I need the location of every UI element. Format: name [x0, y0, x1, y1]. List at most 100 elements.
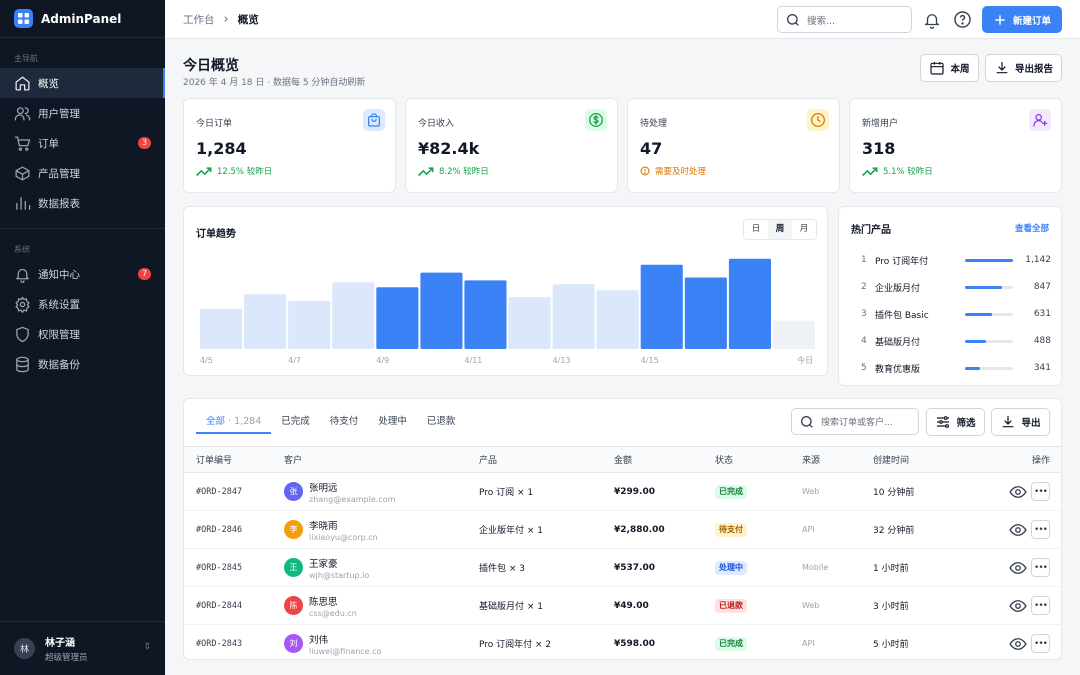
- sidebar-item-backup[interactable]: 数据备份: [0, 349, 165, 379]
- filter-button[interactable]: 筛选: [926, 408, 985, 436]
- table-row[interactable]: #ORD-2847 张 张明远 zhang@example.com Pro 订阅…: [184, 472, 1061, 511]
- sidebar-item-users[interactable]: 用户管理: [0, 98, 165, 128]
- plus-icon: [995, 14, 1005, 25]
- sidebar-item-settings[interactable]: 系统设置: [0, 289, 165, 319]
- more-icon[interactable]: •••: [1031, 558, 1050, 577]
- chart-bar[interactable]: [288, 301, 331, 349]
- order-id[interactable]: #ORD-2846: [196, 525, 242, 535]
- bar-chart-icon: [16, 196, 31, 210]
- column-header[interactable]: 产品: [479, 446, 614, 473]
- sidebar-item-orders[interactable]: 订单 3: [0, 128, 165, 158]
- list-item[interactable]: 3 插件包 Basic 631: [839, 304, 1063, 324]
- chart-bar[interactable]: [420, 272, 463, 349]
- table-row[interactable]: #ORD-2845 王 王家豪 wjh@startup.io 插件包 × 3 ¥…: [184, 548, 1061, 587]
- orders-card: 全部 · 1,284 已完成 待支付 处理中 已退款 搜索订单或客户... 筛选 导出 …: [183, 398, 1062, 660]
- list-item[interactable]: 2 企业版月付 847: [839, 277, 1063, 297]
- hot-count: 1,142: [1025, 255, 1051, 265]
- chart-bar[interactable]: [728, 258, 771, 349]
- hot-products-title: 热门产品: [851, 225, 891, 236]
- view-all-link[interactable]: 查看全部: [1015, 222, 1049, 234]
- week-button[interactable]: 本周: [920, 54, 979, 82]
- orders-badge: 3: [138, 137, 151, 149]
- list-item[interactable]: 4 基础版月付 488: [839, 331, 1063, 351]
- tab-order-filter[interactable]: 处理中: [368, 411, 417, 434]
- hot-name: 基础版月付: [875, 337, 921, 348]
- order-id[interactable]: #ORD-2843: [196, 639, 242, 649]
- notifications-button[interactable]: [921, 6, 943, 33]
- topbar: 工作台 › 概览 搜索... 新建订单: [165, 0, 1080, 39]
- column-header[interactable]: 来源: [802, 446, 873, 473]
- brand-name: AdminPanel: [41, 11, 122, 26]
- tab-order-filter[interactable]: 已完成: [271, 411, 320, 434]
- chart-bar[interactable]: [200, 308, 243, 349]
- list-item[interactable]: 1 Pro 订阅年付 1,142: [839, 250, 1063, 270]
- stat-card: 待处理 47 需要及时处理: [627, 98, 840, 193]
- breadcrumb-workbench[interactable]: 工作台: [183, 12, 215, 27]
- more-icon[interactable]: •••: [1031, 482, 1050, 501]
- chart-bar[interactable]: [772, 320, 815, 349]
- more-icon[interactable]: •••: [1031, 634, 1050, 653]
- sidebar-item-label: 系统设置: [38, 298, 80, 311]
- more-icon[interactable]: •••: [1031, 596, 1050, 615]
- table-row[interactable]: #ORD-2846 李 李晓雨 lixiaoyu@corp.cn 企业版年付 ×…: [184, 510, 1061, 549]
- search-input[interactable]: 搜索...: [777, 6, 912, 33]
- export-report-button[interactable]: 导出报告: [985, 54, 1062, 82]
- chart-bar[interactable]: [376, 287, 419, 349]
- column-header[interactable]: 状态: [715, 446, 802, 473]
- current-user[interactable]: 林 林子涵 超级管理员 ⇕: [0, 621, 165, 675]
- eye-icon[interactable]: [1009, 521, 1027, 539]
- eye-icon[interactable]: [1009, 483, 1027, 501]
- sidebar-item-reports[interactable]: 数据报表: [0, 188, 165, 218]
- order-id[interactable]: #ORD-2847: [196, 487, 242, 497]
- brand[interactable]: AdminPanel: [0, 0, 165, 38]
- eye-icon[interactable]: [1009, 597, 1027, 615]
- eye-icon[interactable]: [1009, 635, 1027, 653]
- period-week[interactable]: 周: [768, 220, 792, 239]
- column-header[interactable]: 操作: [986, 446, 1061, 473]
- breadcrumb-current: 概览: [237, 14, 259, 26]
- tab-order-filter[interactable]: 待支付: [320, 411, 369, 434]
- chart-bar[interactable]: [684, 277, 727, 350]
- more-icon[interactable]: •••: [1031, 520, 1050, 539]
- sidebar-item-permissions[interactable]: 权限管理: [0, 319, 165, 349]
- tab-order-filter[interactable]: 全部 · 1,284: [196, 411, 272, 434]
- list-item[interactable]: 5 教育优惠版 341: [839, 358, 1063, 378]
- chevron-updown-icon[interactable]: ⇕: [143, 642, 151, 652]
- chart-bar[interactable]: [640, 264, 683, 349]
- eye-icon[interactable]: [1009, 559, 1027, 577]
- order-id[interactable]: #ORD-2845: [196, 563, 242, 573]
- export-label: 导出: [1021, 418, 1041, 429]
- chart-bar[interactable]: [596, 290, 639, 349]
- chart-bar[interactable]: [552, 284, 595, 349]
- sidebar-item-products[interactable]: 产品管理: [0, 158, 165, 188]
- stat-delta: 12.5% 较昨日: [196, 165, 272, 177]
- column-header[interactable]: 订单编号: [184, 446, 284, 473]
- tab-order-filter[interactable]: 已退款: [417, 411, 466, 434]
- amount-cell: ¥299.00: [614, 472, 715, 511]
- hot-name: Pro 订阅年付: [875, 256, 929, 267]
- chart-bar[interactable]: [464, 280, 507, 349]
- chart-bar[interactable]: [508, 297, 551, 349]
- time-cell: 1 小时前: [873, 548, 986, 587]
- sidebar-item-overview[interactable]: 概览: [0, 68, 165, 98]
- tab-label: 待支付: [329, 416, 359, 427]
- help-button[interactable]: [951, 6, 973, 33]
- chart-bar[interactable]: [244, 294, 287, 349]
- column-header[interactable]: 创建时间: [873, 446, 986, 473]
- export-button[interactable]: 导出: [991, 408, 1050, 436]
- customer-email: css@edu.cn: [309, 608, 357, 618]
- column-header[interactable]: 金额: [614, 446, 715, 473]
- period-month[interactable]: 月: [792, 220, 816, 239]
- page-subtitle: 2026 年 4 月 18 日 · 数据每 5 分钟自动刷新: [183, 78, 366, 88]
- search-icon: [801, 415, 813, 428]
- new-order-button[interactable]: 新建订单: [982, 6, 1062, 33]
- period-day[interactable]: 日: [744, 220, 768, 239]
- chart-bar[interactable]: [332, 282, 375, 349]
- column-header[interactable]: 客户: [284, 446, 479, 473]
- order-search-placeholder: 搜索订单或客户...: [821, 418, 893, 428]
- order-search-input[interactable]: 搜索订单或客户...: [791, 408, 919, 435]
- sidebar-item-notifications[interactable]: 通知中心 7: [0, 259, 165, 289]
- table-row[interactable]: #ORD-2844 陈 陈思思 css@edu.cn 基础版月付 × 1 ¥49…: [184, 586, 1061, 625]
- table-row[interactable]: #ORD-2843 刘 刘伟 liuwei@finance.co Pro 订阅年…: [184, 624, 1061, 659]
- order-id[interactable]: #ORD-2844: [196, 601, 242, 611]
